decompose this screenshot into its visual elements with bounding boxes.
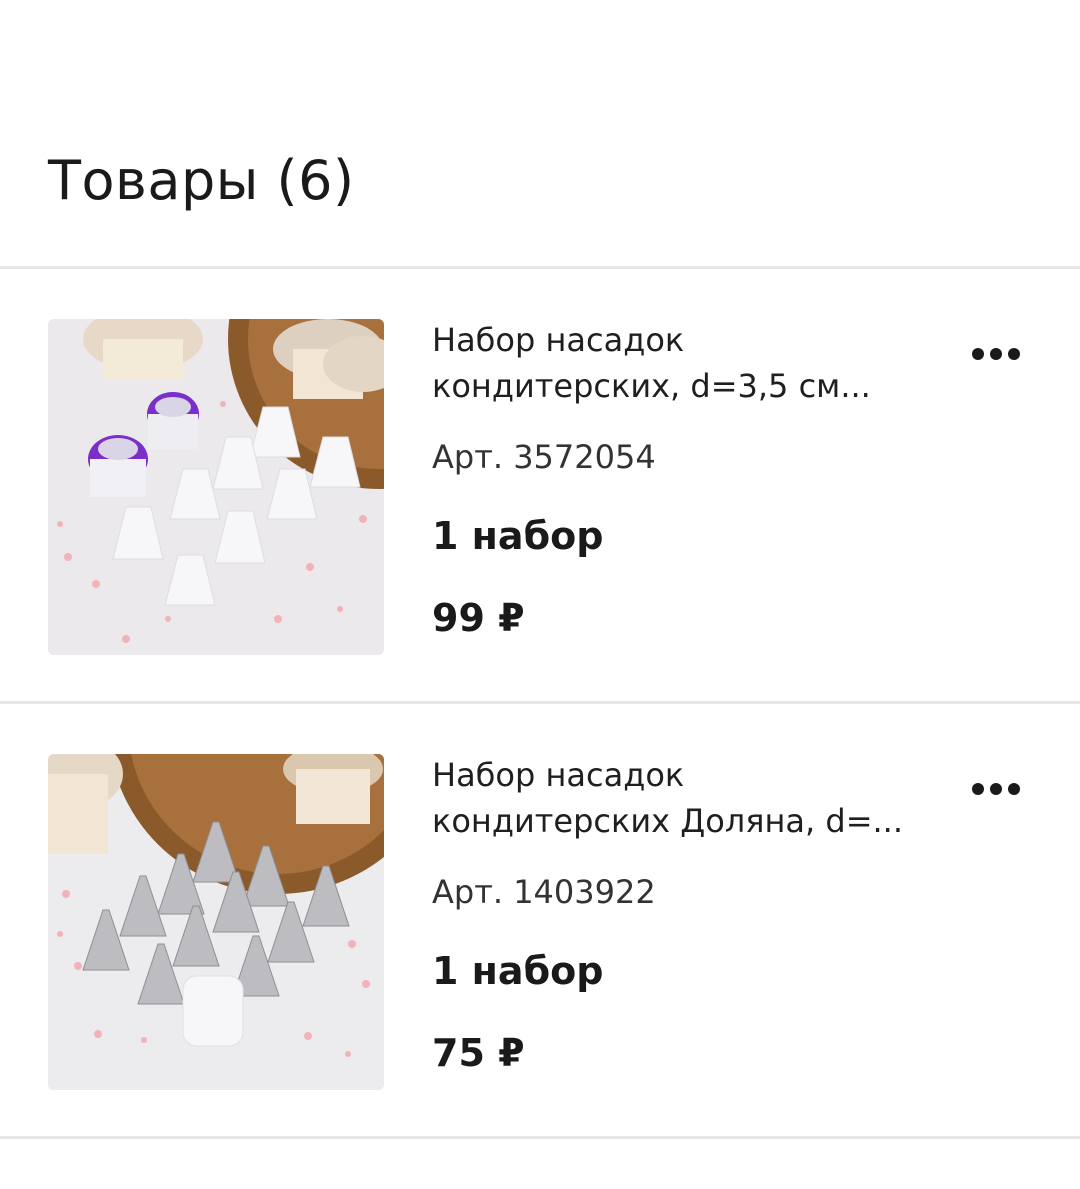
product-name-line-2[interactable]: кондитерских, d=3,5 см...	[432, 363, 932, 409]
product-article: Арт. 3572054	[432, 438, 656, 476]
more-options-button[interactable]	[960, 764, 1032, 814]
product-image[interactable]	[48, 319, 384, 655]
more-options-button[interactable]	[960, 329, 1032, 379]
divider	[0, 1136, 1080, 1139]
product-image[interactable]	[48, 754, 384, 1090]
product-card[interactable]: Набор насадок кондитерских, d=3,5 см... …	[0, 269, 1080, 669]
product-price: 99 ₽	[432, 596, 525, 640]
piping-tips-metal-image	[48, 754, 384, 1090]
product-name-line-1[interactable]: Набор насадок	[432, 317, 932, 363]
product-name-line-1[interactable]: Набор насадок	[432, 752, 932, 798]
product-quantity: 1 набор	[432, 949, 604, 993]
piping-tips-plastic-image	[48, 319, 384, 655]
product-info: Набор насадок кондитерских Доляна, d=...…	[432, 752, 932, 1076]
product-name-line-2[interactable]: кондитерских Доляна, d=...	[432, 798, 932, 844]
product-article: Арт. 1403922	[432, 873, 656, 911]
more-horizontal-icon	[972, 783, 1020, 795]
product-price: 75 ₽	[432, 1031, 525, 1075]
more-horizontal-icon	[972, 348, 1020, 360]
product-card[interactable]: Набор насадок кондитерских Доляна, d=...…	[0, 704, 1080, 1104]
product-quantity: 1 набор	[432, 514, 604, 558]
product-info: Набор насадок кондитерских, d=3,5 см... …	[432, 317, 932, 641]
section-title: Товары (6)	[48, 149, 355, 212]
